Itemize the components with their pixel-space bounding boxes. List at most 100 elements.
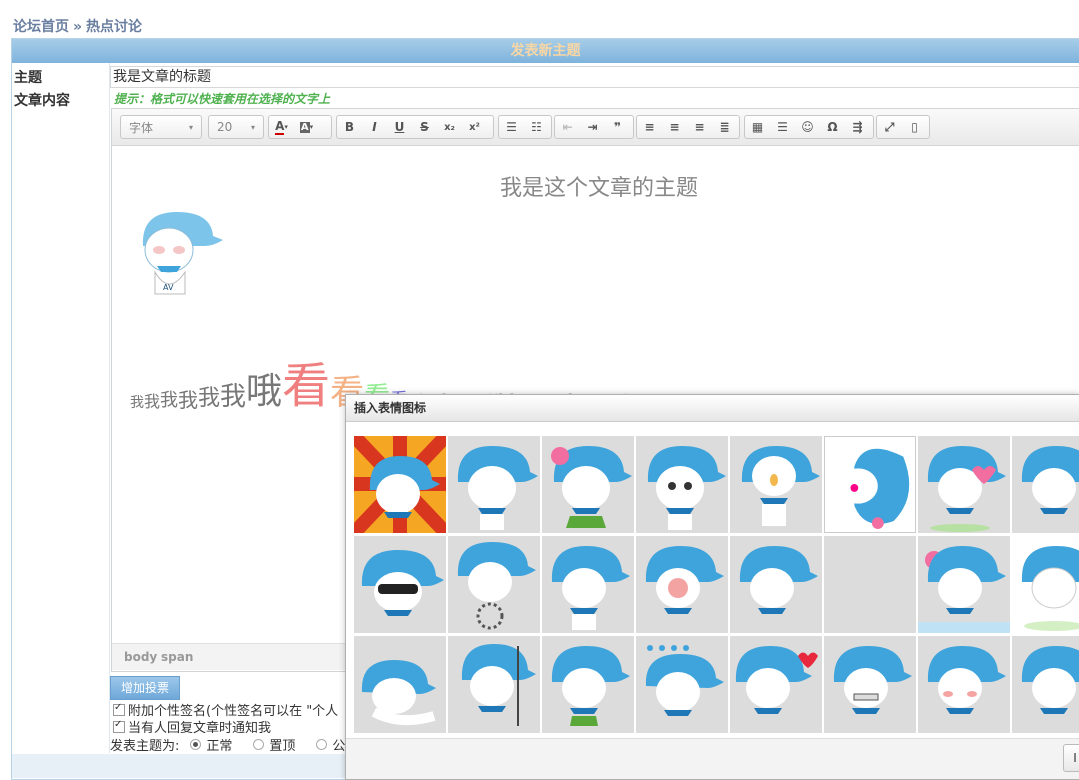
align-left-icon[interactable]: ≡	[637, 116, 662, 138]
bold-button[interactable]: B	[337, 116, 362, 138]
text-char: 我	[130, 395, 144, 411]
background-color-button[interactable]: A ▾	[294, 116, 319, 138]
emoticon-cell[interactable]	[448, 536, 540, 633]
font-size-select[interactable]: 20 ▾	[208, 115, 264, 139]
view-group: ⤢ ▯	[876, 115, 930, 139]
align-right-icon[interactable]: ≡	[687, 116, 712, 138]
text-char: 我	[160, 390, 179, 411]
add-vote-button[interactable]: 增加投票	[110, 676, 180, 700]
element-path-span[interactable]: span	[161, 650, 193, 664]
dialog-ok-button[interactable]: I	[1063, 744, 1079, 772]
notify-checkbox[interactable]	[113, 719, 125, 733]
breadcrumb-separator: »	[73, 19, 83, 35]
emoticon-cell[interactable]	[542, 636, 634, 733]
emoticon-cell[interactable]	[918, 436, 1010, 533]
fullscreen-icon[interactable]: ⤢	[877, 116, 902, 138]
text-char: 哦	[246, 371, 283, 412]
subject-label: 主题	[14, 70, 42, 86]
emoticon-cell[interactable]	[730, 536, 822, 633]
source-code-icon[interactable]: ▯	[902, 116, 927, 138]
text-char: 我	[178, 388, 199, 412]
emoticon-cell[interactable]	[448, 436, 540, 533]
svg-text:AV: AV	[163, 283, 174, 292]
indent-icon[interactable]: ⇥	[580, 116, 605, 138]
emoticon-cell[interactable]	[1012, 436, 1079, 533]
emoticon-cell[interactable]	[448, 636, 540, 733]
dialog-title: 插入表情图标	[346, 395, 1079, 422]
font-family-value: 字体	[129, 120, 154, 135]
chevron-down-icon: ▾	[250, 122, 255, 132]
subscript-button[interactable]: x₂	[437, 116, 462, 138]
mascot-emoticon-image: AV	[133, 206, 225, 302]
topic-type-normal-radio[interactable]	[190, 739, 202, 750]
breadcrumb-current-link[interactable]: 热点讨论	[86, 19, 142, 35]
editor-toolbar: 字体 ▾ 20 ▾ A ▾ A ▾ B I U S x₂ x² ☰ ☷ ⇤ ⇥ ❞ ≡ …	[112, 109, 1079, 146]
emoticon-cell[interactable]	[636, 536, 728, 633]
topic-type-sticky-radio[interactable]	[253, 739, 265, 750]
strikethrough-button[interactable]: S	[412, 116, 437, 138]
topic-type-sticky-label: 置顶	[269, 739, 296, 754]
form-header: 发表新主题	[12, 39, 1079, 63]
format-hint: 提示：格式可以快速套用在选择的文字上	[114, 92, 331, 106]
indent-group: ⇤ ⇥ ❞	[554, 115, 634, 139]
emoticon-cell[interactable]	[354, 436, 446, 533]
emoticon-cell[interactable]	[354, 636, 446, 733]
text-char: 我	[144, 392, 161, 411]
content-label: 文章内容	[14, 93, 70, 109]
underline-button[interactable]: U	[387, 116, 412, 138]
special-char-icon[interactable]: Ω	[820, 116, 845, 138]
breadcrumb-home-link[interactable]: 论坛首页	[13, 19, 69, 35]
topic-type-notice-radio[interactable]	[316, 739, 328, 750]
chevron-down-icon: ▾	[188, 122, 193, 132]
emoticon-cell[interactable]	[636, 436, 728, 533]
element-path-body[interactable]: body	[124, 650, 157, 664]
emoticon-cell[interactable]	[1012, 536, 1079, 633]
breadcrumb: 论坛首页» 热点讨论	[13, 16, 142, 36]
emoticon-cell[interactable]	[824, 636, 916, 733]
emoticon-cell[interactable]	[542, 436, 634, 533]
blockquote-icon[interactable]: ❞	[605, 116, 630, 138]
list-group: ☰ ☷	[498, 115, 552, 139]
italic-button[interactable]: I	[362, 116, 387, 138]
emoticon-cell[interactable]	[918, 636, 1010, 733]
align-group: ≡ ≡ ≡ ≣	[636, 115, 740, 139]
emoticon-cell[interactable]	[636, 636, 728, 733]
notify-option: 当有人回复文章时通知我	[113, 717, 271, 736]
label-column	[12, 63, 110, 753]
font-size-value: 20	[217, 120, 233, 134]
ordered-list-icon[interactable]: ☰	[499, 116, 524, 138]
page-break-icon[interactable]: ⇶	[845, 116, 870, 138]
notify-label: 当有人回复文章时通知我	[128, 721, 272, 736]
emoticon-cell[interactable]	[918, 536, 1010, 633]
topic-type-row: 发表主题为: 正常 置顶 公告	[110, 735, 358, 754]
unordered-list-icon[interactable]: ☷	[524, 116, 549, 138]
subject-input[interactable]: 我是文章的标题	[110, 66, 1079, 88]
horizontal-rule-icon[interactable]: ☰	[770, 116, 795, 138]
font-family-select[interactable]: 字体 ▾	[120, 115, 202, 139]
table-icon[interactable]: ▦	[745, 116, 770, 138]
signature-checkbox[interactable]	[113, 702, 125, 716]
outdent-icon[interactable]: ⇤	[555, 116, 580, 138]
insert-group: ▦ ☰ ☺ Ω ⇶	[744, 115, 874, 139]
color-group: A ▾ A ▾	[268, 115, 332, 139]
topic-type-label: 发表主题为:	[110, 739, 180, 754]
text-char: 我	[220, 382, 247, 412]
emoticon-cell[interactable]	[824, 436, 916, 533]
emoticon-cell[interactable]	[730, 636, 822, 733]
superscript-button[interactable]: x²	[462, 116, 487, 138]
emoticon-cell[interactable]	[1012, 636, 1079, 733]
text-char: 我	[198, 386, 221, 411]
text-char: 看	[282, 358, 331, 414]
emoticon-icon[interactable]: ☺	[795, 116, 820, 138]
dialog-footer	[346, 738, 1079, 779]
article-title-text: 我是这个文章的主题	[500, 176, 699, 201]
align-center-icon[interactable]: ≡	[662, 116, 687, 138]
emoticon-grid	[354, 436, 1079, 738]
emoticon-cell[interactable]	[542, 536, 634, 633]
font-color-button[interactable]: A ▾	[269, 116, 294, 138]
text-style-group: B I U S x₂ x²	[336, 115, 494, 139]
align-justify-icon[interactable]: ≣	[712, 116, 737, 138]
emoticon-cell[interactable]	[354, 536, 446, 633]
emoticon-cell[interactable]	[730, 436, 822, 533]
emoticon-cell-empty[interactable]	[824, 536, 916, 633]
